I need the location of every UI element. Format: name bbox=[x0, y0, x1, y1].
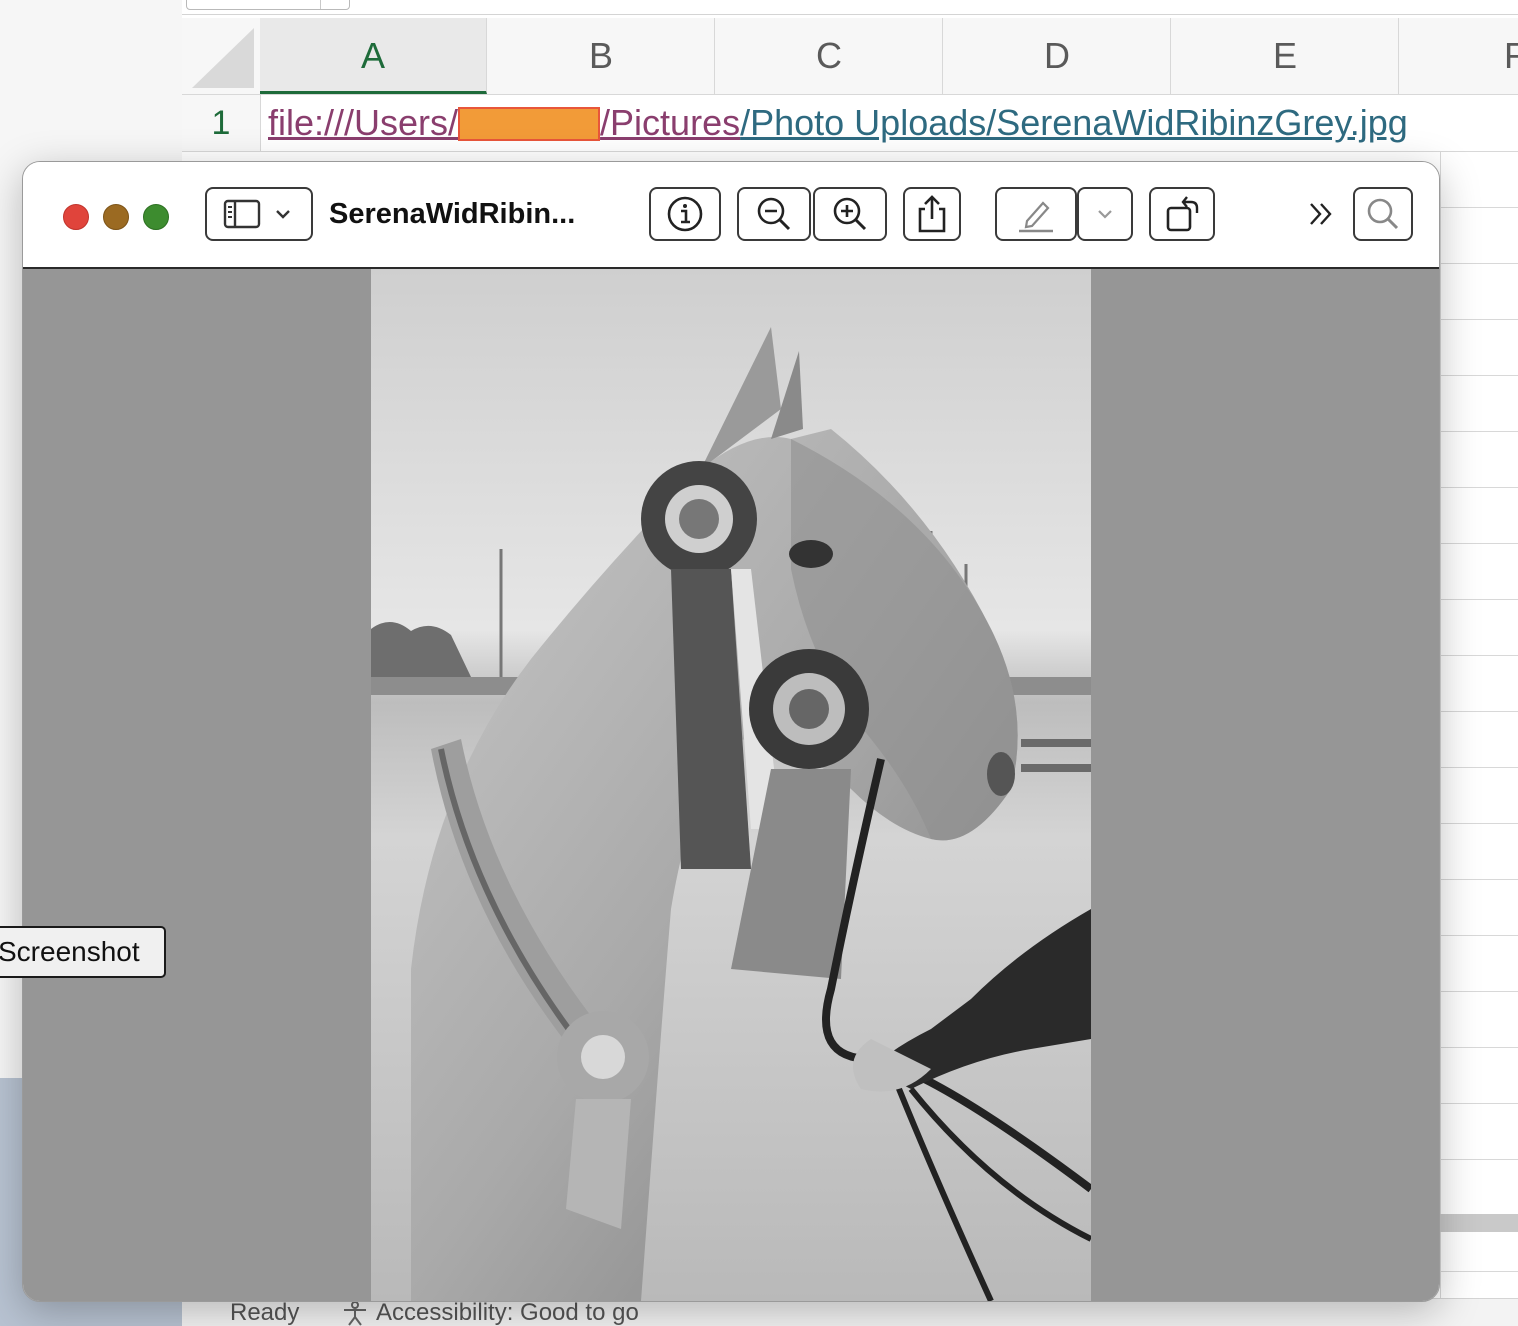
zoom-out-icon bbox=[757, 197, 791, 231]
pen-icon bbox=[1019, 201, 1053, 233]
double-chevron-icon bbox=[1310, 203, 1332, 225]
accessibility-icon bbox=[344, 1301, 366, 1326]
hyperlink-visited-part[interactable]: file:///Users/ bbox=[268, 102, 458, 143]
hyperlink-part[interactable]: /Photo Uploads/SerenaWidRibinzGrey.jpg bbox=[740, 102, 1408, 143]
share-button[interactable] bbox=[903, 187, 961, 241]
chevron-down-icon bbox=[1098, 210, 1112, 219]
search-button[interactable] bbox=[1353, 187, 1413, 241]
zoom-in-button[interactable] bbox=[813, 187, 887, 241]
column-header-c[interactable]: C bbox=[716, 18, 943, 94]
horizontal-scrollbar[interactable] bbox=[1440, 1214, 1518, 1232]
column-header-e[interactable]: E bbox=[1172, 18, 1399, 94]
zoom-in-icon bbox=[833, 197, 867, 231]
info-icon bbox=[667, 196, 703, 232]
row-header-1[interactable]: 1 bbox=[182, 95, 261, 151]
share-icon bbox=[918, 195, 946, 233]
status-bar: Ready Accessibility: Good to go bbox=[182, 1298, 1518, 1326]
screenshot-button[interactable]: Screenshot bbox=[0, 926, 166, 978]
accessibility-status[interactable]: Accessibility: Good to go bbox=[340, 1299, 639, 1326]
cell-a1-hyperlink[interactable]: file:///Users/ /Pictures/Photo Uploads/Se… bbox=[268, 101, 1408, 145]
horse-photo[interactable] bbox=[371, 269, 1091, 1301]
markup-dropdown-button[interactable] bbox=[1077, 187, 1133, 241]
zoom-out-button[interactable] bbox=[737, 187, 811, 241]
sidebar-icon bbox=[223, 199, 290, 229]
column-header-d[interactable]: D bbox=[944, 18, 1171, 94]
redaction-box bbox=[458, 107, 601, 141]
preview-window: SerenaWidRibin... bbox=[22, 161, 1440, 1302]
column-header-b[interactable]: B bbox=[488, 18, 715, 94]
minimize-button[interactable] bbox=[103, 204, 129, 230]
column-header-a[interactable]: A bbox=[260, 18, 487, 94]
formula-bar bbox=[182, 0, 1518, 15]
name-box[interactable] bbox=[186, 0, 350, 10]
status-ready: Ready bbox=[230, 1299, 300, 1326]
search-icon bbox=[1367, 198, 1399, 230]
rotate-icon bbox=[1166, 196, 1199, 232]
name-box-dropdown[interactable] bbox=[320, 0, 349, 9]
document-title: SerenaWidRibin... bbox=[329, 198, 576, 230]
preview-toolbar: SerenaWidRibin... bbox=[23, 162, 1439, 269]
info-button[interactable] bbox=[649, 187, 721, 241]
select-all-corner[interactable] bbox=[182, 18, 261, 94]
rotate-button[interactable] bbox=[1149, 187, 1215, 241]
accessibility-label: Accessibility: Good to go bbox=[376, 1299, 639, 1326]
hyperlink-visited-part-2[interactable]: /Pictures bbox=[600, 102, 740, 143]
sheet-grid[interactable] bbox=[1440, 152, 1518, 1312]
zoom-window-button[interactable] bbox=[143, 204, 169, 230]
horse-photo-illustration bbox=[371, 269, 1091, 1301]
more-tools-button[interactable] bbox=[1303, 196, 1339, 232]
close-button[interactable] bbox=[63, 204, 89, 230]
image-canvas[interactable] bbox=[23, 269, 1439, 1301]
sidebar-toggle-button[interactable] bbox=[205, 187, 313, 241]
column-header-f[interactable]: F bbox=[1400, 18, 1518, 94]
markup-button[interactable] bbox=[995, 187, 1077, 241]
row-1: 1 file:///Users/ /Pictures/Photo Uploads/… bbox=[182, 95, 1518, 152]
column-header-row: A B C D E F bbox=[182, 18, 1518, 95]
